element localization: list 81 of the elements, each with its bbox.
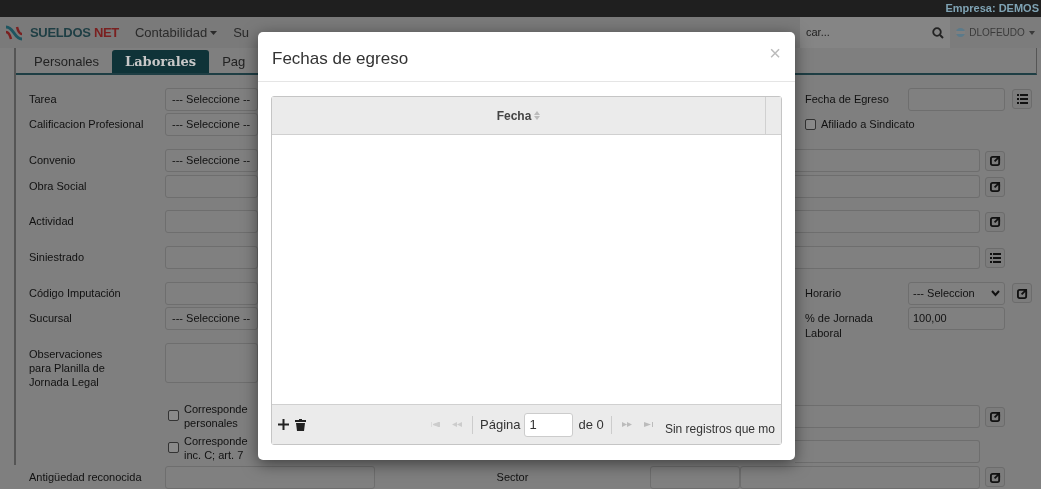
select-field[interactable]: --- Seleccione -- xyxy=(165,113,258,136)
checkbox[interactable] xyxy=(805,119,816,130)
records-status: Sin registros que mo xyxy=(664,420,775,438)
page-count: de 0 xyxy=(578,415,604,434)
list-button[interactable] xyxy=(985,247,1005,268)
select-field[interactable]: --- Seleccione -- xyxy=(165,307,258,330)
external-link-icon xyxy=(989,411,1001,422)
open-button[interactable] xyxy=(985,406,1005,427)
field-label: % de Jornada Laboral xyxy=(804,311,874,341)
external-link-icon xyxy=(1016,287,1028,299)
external-link-icon xyxy=(989,216,1001,227)
checkbox[interactable] xyxy=(168,410,179,421)
input-field[interactable] xyxy=(795,440,980,463)
input-field[interactable] xyxy=(795,149,980,172)
field-label: Siniestrado xyxy=(28,250,86,264)
brand-name: SUELDOS NET xyxy=(30,23,119,42)
input-field[interactable]: 100,00 xyxy=(908,307,1005,330)
open-button[interactable] xyxy=(1012,283,1032,303)
external-link-icon xyxy=(989,471,1001,483)
input-field[interactable] xyxy=(795,246,980,269)
input-field[interactable] xyxy=(165,282,258,305)
caret-icon xyxy=(1028,30,1035,35)
trash-icon[interactable] xyxy=(295,418,306,431)
nav-menu[interactable]: Contabilidad xyxy=(134,22,218,43)
sort-icon xyxy=(534,111,541,120)
open-button[interactable] xyxy=(985,176,1005,197)
add-icon[interactable] xyxy=(278,419,289,430)
field-label: Obra Social xyxy=(28,179,88,193)
input-field[interactable] xyxy=(165,210,258,233)
open-button[interactable] xyxy=(985,150,1005,171)
field-label: Antigüedad reconocida xyxy=(28,469,143,485)
input-field[interactable] xyxy=(165,246,258,269)
field-label: Fecha de Egreso xyxy=(804,92,890,107)
field-label: Sector xyxy=(495,469,530,485)
checkbox[interactable] xyxy=(168,442,179,453)
select-field[interactable]: --- Seleccione -- xyxy=(165,149,258,172)
list-icon xyxy=(1016,94,1028,104)
open-button[interactable] xyxy=(985,467,1005,487)
select-field[interactable]: --- Seleccione -- xyxy=(165,88,258,111)
input-field[interactable] xyxy=(650,465,740,489)
select-field[interactable]: --- Seleccion xyxy=(908,282,1005,305)
company-label: Empresa: DEMOS xyxy=(945,1,1039,17)
first-page-icon[interactable] xyxy=(431,422,440,427)
external-link-icon xyxy=(989,181,1001,192)
last-page-icon[interactable] xyxy=(643,422,653,427)
list-icon xyxy=(989,252,1001,263)
field-label: Observaciones para Planilla de Jornada Legal xyxy=(28,347,106,389)
search-icon xyxy=(932,26,944,39)
field-label: Actividad xyxy=(28,214,75,228)
field-label: Código Imputación xyxy=(28,286,122,300)
page-input[interactable]: 1 xyxy=(524,412,574,437)
field-label: Sucursal xyxy=(28,311,73,325)
list-button[interactable] xyxy=(1012,89,1032,109)
search-field[interactable]: car... xyxy=(800,17,950,48)
external-link-icon xyxy=(989,155,1001,166)
nav-menu[interactable]: Su xyxy=(233,22,250,43)
field-label: Convenio xyxy=(28,153,77,167)
field-label: Calificacion Profesional xyxy=(28,117,145,131)
checkbox-label: Corresponde inc. C; art. 7 xyxy=(184,434,248,462)
input-field[interactable] xyxy=(795,405,980,428)
text-area[interactable] xyxy=(165,343,258,383)
checkbox-label: Afiliado a Sindicato xyxy=(821,117,915,133)
input-field[interactable] xyxy=(165,465,375,489)
field-label: Horario xyxy=(804,286,843,301)
input-field[interactable] xyxy=(795,210,980,233)
dialog-title: Fechas de egreso xyxy=(272,47,409,70)
field-label: Tarea xyxy=(28,92,58,106)
input-field[interactable] xyxy=(795,175,980,198)
open-button[interactable] xyxy=(985,211,1005,232)
chevron-down-icon xyxy=(991,290,1000,297)
caret-icon xyxy=(210,30,218,35)
tab[interactable]: Pag xyxy=(209,50,259,73)
input-field[interactable] xyxy=(165,175,258,198)
tab[interactable]: Personales xyxy=(21,50,113,73)
tab[interactable]: Laborales xyxy=(112,50,210,73)
page-label: Página xyxy=(480,415,521,434)
input-field[interactable] xyxy=(740,465,980,489)
checkbox-label: Corresponde personales xyxy=(184,402,248,430)
previous-page-icon[interactable] xyxy=(452,422,462,427)
next-page-icon[interactable] xyxy=(621,422,632,427)
flag-icon xyxy=(956,28,966,37)
